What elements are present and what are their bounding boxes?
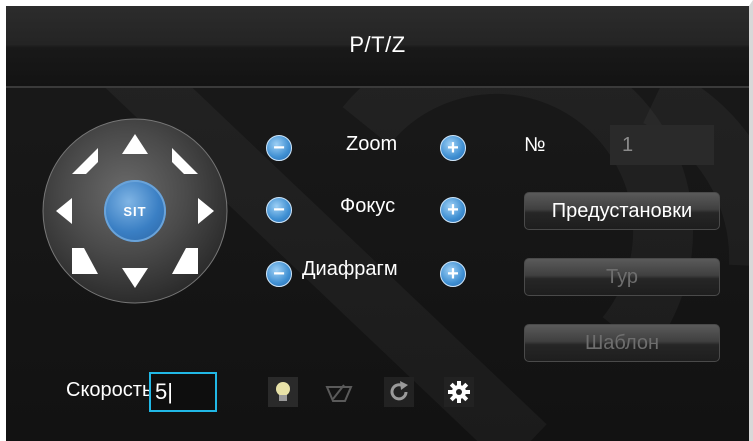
pan-right-button[interactable] xyxy=(188,194,222,228)
wiper-icon xyxy=(325,384,353,402)
pan-up-left-button[interactable] xyxy=(68,144,102,178)
presets-button[interactable]: Предустановки xyxy=(524,192,720,230)
settings-gear-icon xyxy=(444,377,474,407)
zoom-out-button[interactable]: − xyxy=(266,135,292,161)
arrow-up-left-icon xyxy=(72,148,98,174)
iris-label: Диафрагм xyxy=(302,258,398,280)
window-title: P/T/Z xyxy=(349,32,406,57)
arrow-up-icon xyxy=(122,134,148,154)
ptz-settings-button[interactable] xyxy=(444,377,474,407)
focus-plus-button[interactable]: + xyxy=(440,197,466,223)
wiper-button[interactable] xyxy=(324,377,354,407)
preset-number-input[interactable]: 1 xyxy=(610,125,714,165)
arrow-left-icon xyxy=(56,198,72,224)
auto-rotate-icon xyxy=(384,377,414,407)
pan-left-button[interactable] xyxy=(48,194,82,228)
ptz-joystick: SIT xyxy=(42,118,228,304)
preset-number-label: № xyxy=(524,134,546,156)
light-toggle-button[interactable] xyxy=(268,377,298,407)
light-bulb-icon xyxy=(268,377,298,407)
iris-minus-button[interactable]: − xyxy=(266,261,292,287)
pan-down-left-button[interactable] xyxy=(68,244,102,278)
pattern-button[interactable]: Шаблон xyxy=(524,324,720,362)
focus-minus-button[interactable]: − xyxy=(266,197,292,223)
tour-button[interactable]: Тур xyxy=(524,258,720,296)
arrow-down-left-icon xyxy=(72,248,98,274)
zoom-in-button[interactable]: + xyxy=(440,135,466,161)
arrow-down-right-icon xyxy=(172,248,198,274)
pan-down-right-button[interactable] xyxy=(168,244,202,278)
focus-label: Фокус xyxy=(340,195,396,217)
zoom-label: Zoom xyxy=(346,133,398,155)
arrow-down-icon xyxy=(122,268,148,288)
joystick-center-button[interactable]: SIT xyxy=(104,180,166,242)
pan-up-button[interactable] xyxy=(118,128,152,162)
speed-label: Скорость xyxy=(66,379,152,401)
pan-up-right-button[interactable] xyxy=(168,144,202,178)
arrow-up-right-icon xyxy=(172,148,198,174)
arrow-right-icon xyxy=(198,198,214,224)
pan-down-button[interactable] xyxy=(118,260,152,294)
title-bar: P/T/Z xyxy=(6,6,749,88)
iris-plus-button[interactable]: + xyxy=(440,261,466,287)
auto-rotate-button[interactable] xyxy=(384,377,414,407)
speed-input[interactable]: 5| xyxy=(149,372,217,412)
ptz-dialog: P/T/Z SIT − Zoom + − Фокус + − Диафрагм … xyxy=(0,0,753,441)
